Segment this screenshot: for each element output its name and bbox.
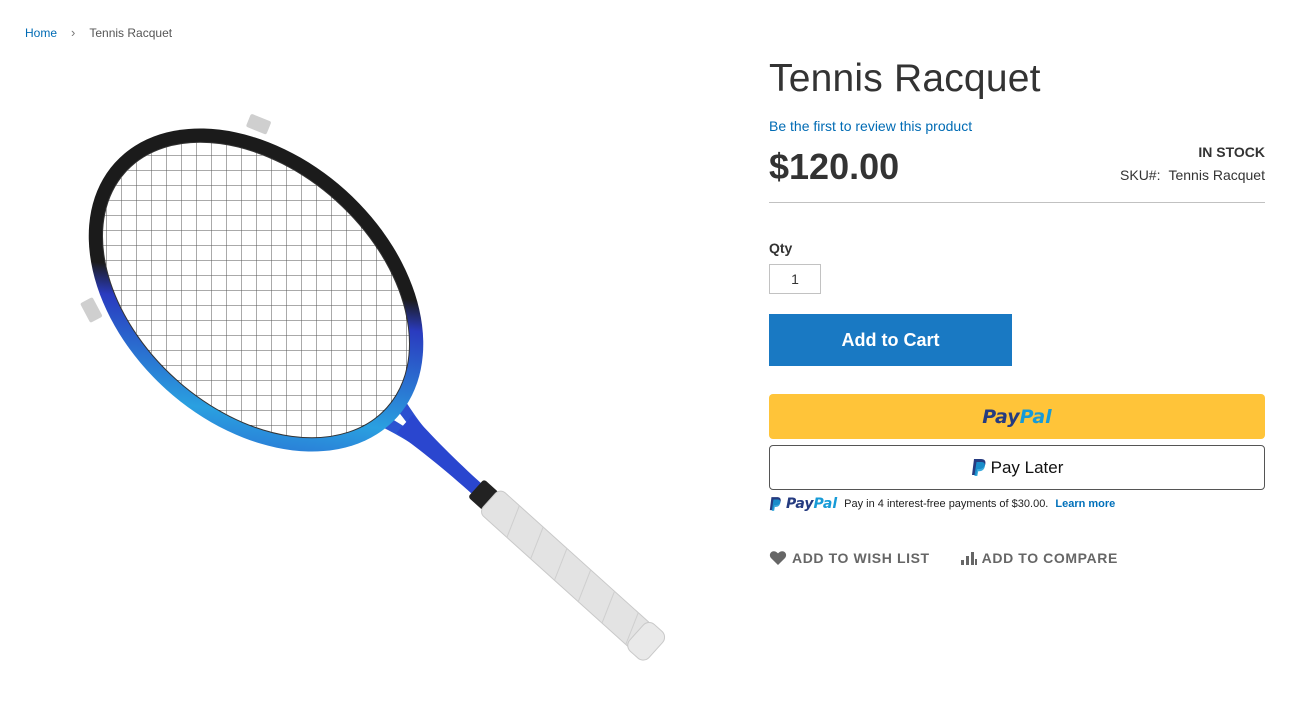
- add-to-wishlist-button[interactable]: ADD TO WISH LIST: [769, 550, 930, 566]
- tennis-racquet-image: [80, 114, 666, 661]
- product-actions: ADD TO WISH LIST ADD TO COMPARE: [769, 550, 1265, 566]
- qty-label: Qty: [769, 240, 793, 256]
- page-title: Tennis Racquet: [769, 57, 1041, 100]
- stock-status: IN STOCK: [1198, 144, 1265, 160]
- breadcrumb-home-link[interactable]: Home: [25, 26, 57, 40]
- paypal-button[interactable]: PayPal: [769, 394, 1265, 439]
- product-info-panel: Tennis Racquet Be the first to review th…: [769, 55, 1265, 566]
- learn-more-link[interactable]: Learn more: [1055, 498, 1115, 510]
- pay-later-label: Pay Later: [990, 457, 1064, 477]
- paypal-logo-pay: Pay: [982, 405, 1020, 428]
- add-to-cart-button[interactable]: Add to Cart: [769, 314, 1012, 366]
- review-link[interactable]: Be the first to review this product: [769, 118, 972, 134]
- sku: SKU#: Tennis Racquet: [1120, 167, 1265, 183]
- paypal-p-icon: [769, 497, 781, 511]
- paypal-message-pal: Pal: [813, 496, 838, 512]
- compare-label: ADD TO COMPARE: [981, 550, 1118, 566]
- pay-later-button[interactable]: Pay Later: [769, 445, 1265, 490]
- paypal-message-logo: PayPal: [786, 496, 837, 512]
- breadcrumb: Home › Tennis Racquet: [25, 25, 172, 40]
- compare-icon: [960, 551, 977, 565]
- add-to-compare-button[interactable]: ADD TO COMPARE: [960, 550, 1118, 566]
- stock-info: IN STOCK SKU#: Tennis Racquet: [1120, 144, 1265, 183]
- qty-input[interactable]: [769, 264, 821, 294]
- heart-icon: [769, 551, 787, 565]
- product-image-gallery[interactable]: [60, 95, 700, 715]
- paypal-logo-pal: Pal: [1019, 405, 1052, 428]
- breadcrumb-current: Tennis Racquet: [89, 25, 173, 40]
- paypal-logo: PayPal: [982, 406, 1051, 428]
- sku-label: SKU#:: [1120, 167, 1161, 183]
- wishlist-label: ADD TO WISH LIST: [792, 550, 930, 566]
- product-price: $120.00: [769, 146, 900, 187]
- paypal-pay-in-4-message: PayPal Pay in 4 interest-free payments o…: [769, 496, 1265, 512]
- paypal-message-text: Pay in 4 interest-free payments of $30.0…: [844, 498, 1049, 510]
- price-stock-row: $120.00 IN STOCK SKU#: Tennis Racquet: [769, 144, 1265, 203]
- paypal-message-pay: Pay: [786, 496, 814, 512]
- sku-value: Tennis Racquet: [1168, 167, 1265, 183]
- chevron-right-icon: ›: [71, 25, 76, 40]
- paypal-p-icon: [971, 459, 986, 476]
